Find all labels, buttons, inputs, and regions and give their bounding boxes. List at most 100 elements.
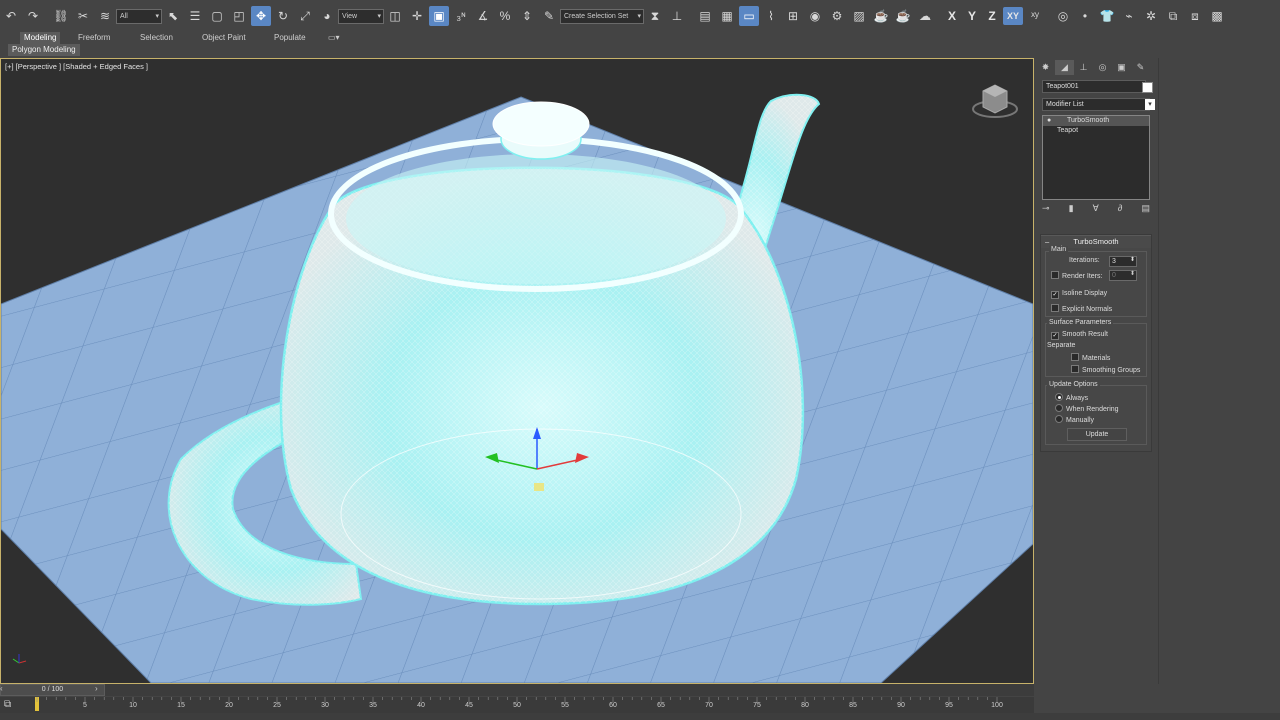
utilities-tab-icon[interactable]: ✎ <box>1131 60 1150 75</box>
named-selection-dropdown[interactable]: Create Selection Set ▾ <box>560 8 644 24</box>
tab-selection[interactable]: Selection <box>136 32 177 44</box>
percent-snap-icon[interactable]: % <box>495 6 515 26</box>
schematic-view-icon[interactable]: ⊞ <box>783 6 803 26</box>
next-frame-icon[interactable]: › <box>95 684 103 694</box>
align-icon[interactable]: ⊥ <box>667 6 687 26</box>
select-move-icon[interactable]: ✥ <box>251 6 271 26</box>
dot-icon[interactable]: • <box>1075 6 1095 26</box>
manually-radio[interactable] <box>1055 415 1063 423</box>
material-editor-icon[interactable]: ◉ <box>805 6 825 26</box>
spinner-arrows-icon[interactable]: ⬍ <box>1130 256 1135 265</box>
iterations-spinner[interactable]: 3 ⬍ <box>1109 256 1137 267</box>
render-iters-row[interactable]: Render Iters: <box>1051 271 1102 280</box>
pin-stack-icon[interactable]: ⊸ <box>1042 203 1050 217</box>
select-scale-icon[interactable]: ⤢ <box>295 6 315 26</box>
render-cloud-icon[interactable]: ☁ <box>915 6 935 26</box>
remove-modifier-icon[interactable]: ∂ <box>1118 203 1122 217</box>
tab-object-paint[interactable]: Object Paint <box>198 32 250 44</box>
configure-modifier-sets-icon[interactable]: ▤ <box>1141 203 1150 217</box>
materials-row[interactable]: Materials <box>1071 353 1110 362</box>
perspective-viewport[interactable]: [+] [Perspective ] [Shaded + Edged Faces… <box>0 58 1034 684</box>
axis-x-button[interactable]: X <box>943 7 961 25</box>
render-setup-icon[interactable]: ⚙ <box>827 6 847 26</box>
axis-z-button[interactable]: Z <box>983 7 1001 25</box>
display-tab-icon[interactable]: ▣ <box>1112 60 1131 75</box>
axis-constraints-icon[interactable]: ˣʸ <box>1025 6 1045 26</box>
isoline-display-row[interactable]: ✓ Isoline Display <box>1051 290 1107 299</box>
modifier-list-dropdown[interactable]: Modifier List ▾ <box>1042 98 1155 111</box>
manipulate-icon[interactable]: ✛ <box>407 6 427 26</box>
tab-freeform[interactable]: Freeform <box>74 32 114 44</box>
angle-snap-icon[interactable]: ∡ <box>473 6 493 26</box>
tab-populate[interactable]: Populate <box>270 32 310 44</box>
snaps-toggle-icon[interactable]: ₃ᶰ <box>451 6 471 26</box>
view-icon[interactable]: ◎ <box>1053 6 1073 26</box>
image-icon[interactable]: ▩ <box>1207 6 1227 26</box>
select-by-name-icon[interactable]: ☰ <box>185 6 205 26</box>
brush-icon[interactable]: ⌁ <box>1119 6 1139 26</box>
window-crossing-icon[interactable]: ◰ <box>229 6 249 26</box>
curve-editor-icon[interactable]: ⌇ <box>761 6 781 26</box>
manually-row[interactable]: Manually <box>1055 415 1094 424</box>
open-mini-curve-editor-icon[interactable]: ⧉ <box>4 699 18 710</box>
axis-xy-button[interactable]: XY <box>1003 7 1023 25</box>
explicit-normals-row[interactable]: Explicit Normals <box>1051 304 1112 313</box>
materials-checkbox[interactable] <box>1071 353 1079 361</box>
selection-filter-dropdown[interactable]: All ▾ <box>116 8 162 24</box>
hierarchy-tab-icon[interactable]: ⊥ <box>1074 60 1093 75</box>
object-color-swatch[interactable] <box>1142 82 1153 93</box>
show-end-result-icon[interactable]: ▮ <box>1069 203 1074 217</box>
lightbulb-icon[interactable]: ● <box>1047 116 1051 126</box>
when-rendering-radio[interactable] <box>1055 404 1063 412</box>
update-button[interactable]: Update <box>1067 428 1127 441</box>
keyboard-shortcut-override-icon[interactable]: ▣ <box>429 6 449 26</box>
render-iters-spinner[interactable]: 0 ⬍ <box>1109 270 1137 281</box>
smooth-result-checkbox[interactable]: ✓ <box>1051 332 1059 340</box>
toggle-ribbon-icon[interactable]: ▭ <box>739 6 759 26</box>
place-icon[interactable]: ◕ <box>317 6 337 26</box>
ribbon-sub-tab-polygon-modeling[interactable]: Polygon Modeling <box>8 44 80 56</box>
particles-icon[interactable]: ✲ <box>1141 6 1161 26</box>
ribbon-options-icon[interactable]: ▭▾ <box>324 32 344 44</box>
bind-space-warp-icon[interactable]: ≋ <box>95 6 115 26</box>
rect-selection-icon[interactable]: ▢ <box>207 6 227 26</box>
time-slider[interactable]: 0 / 100 <box>0 684 105 696</box>
undo-icon[interactable]: ↶ <box>1 6 21 26</box>
create-tab-icon[interactable]: ✸ <box>1036 60 1055 75</box>
rig-icon[interactable]: ⧉ <box>1163 6 1183 26</box>
when-rendering-row[interactable]: When Rendering <box>1055 404 1119 413</box>
render-iters-checkbox[interactable] <box>1051 271 1059 279</box>
stack-item-teapot[interactable]: Teapot <box>1043 126 1149 136</box>
spinner-arrows-icon[interactable]: ⬍ <box>1130 270 1135 279</box>
unlink-icon[interactable]: ✂ <box>73 6 93 26</box>
layer-manager-icon[interactable]: ▤ <box>695 6 715 26</box>
trackbar[interactable]: ⧉ 5 10 15 20 25 30 35 40 45 50 55 60 65 70 75 80 85 90 95 1… <box>0 697 1034 713</box>
smooth-result-row[interactable]: ✓ Smooth Result <box>1051 331 1108 340</box>
make-unique-icon[interactable]: ∀ <box>1093 203 1099 217</box>
rendered-frame-icon[interactable]: ▨ <box>849 6 869 26</box>
motion-tab-icon[interactable]: ◎ <box>1093 60 1112 75</box>
link-icon[interactable]: ⛓ <box>51 6 71 26</box>
explicit-normals-checkbox[interactable] <box>1051 304 1059 312</box>
object-name-field[interactable]: Teapot001 <box>1042 80 1146 93</box>
prev-frame-icon[interactable]: ‹ <box>0 684 4 694</box>
stack-item-turbosmooth[interactable]: ● TurboSmooth <box>1043 116 1149 126</box>
mirror-icon[interactable]: ⧗ <box>645 6 665 26</box>
render-iterative-icon[interactable]: ☕ <box>893 6 913 26</box>
render-production-icon[interactable]: ☕ <box>871 6 891 26</box>
redo-icon[interactable]: ↷ <box>23 6 43 26</box>
smoothing-groups-row[interactable]: Smoothing Groups <box>1071 365 1140 374</box>
viewcube-icon[interactable] <box>971 77 1019 125</box>
container-icon[interactable]: ⧈ <box>1185 6 1205 26</box>
tab-modeling[interactable]: Modeling <box>20 32 61 44</box>
shirt-icon[interactable]: 👕 <box>1097 6 1117 26</box>
scene-explorer-icon[interactable]: ▦ <box>717 6 737 26</box>
select-rotate-icon[interactable]: ↻ <box>273 6 293 26</box>
isoline-display-checkbox[interactable]: ✓ <box>1051 291 1059 299</box>
always-row[interactable]: Always <box>1055 393 1088 402</box>
always-radio[interactable] <box>1055 393 1063 401</box>
select-object-icon[interactable]: ⬉ <box>163 6 183 26</box>
smoothing-groups-checkbox[interactable] <box>1071 365 1079 373</box>
edit-named-selection-icon[interactable]: ✎ <box>539 6 559 26</box>
modify-tab-icon[interactable]: ◢ <box>1055 60 1074 75</box>
